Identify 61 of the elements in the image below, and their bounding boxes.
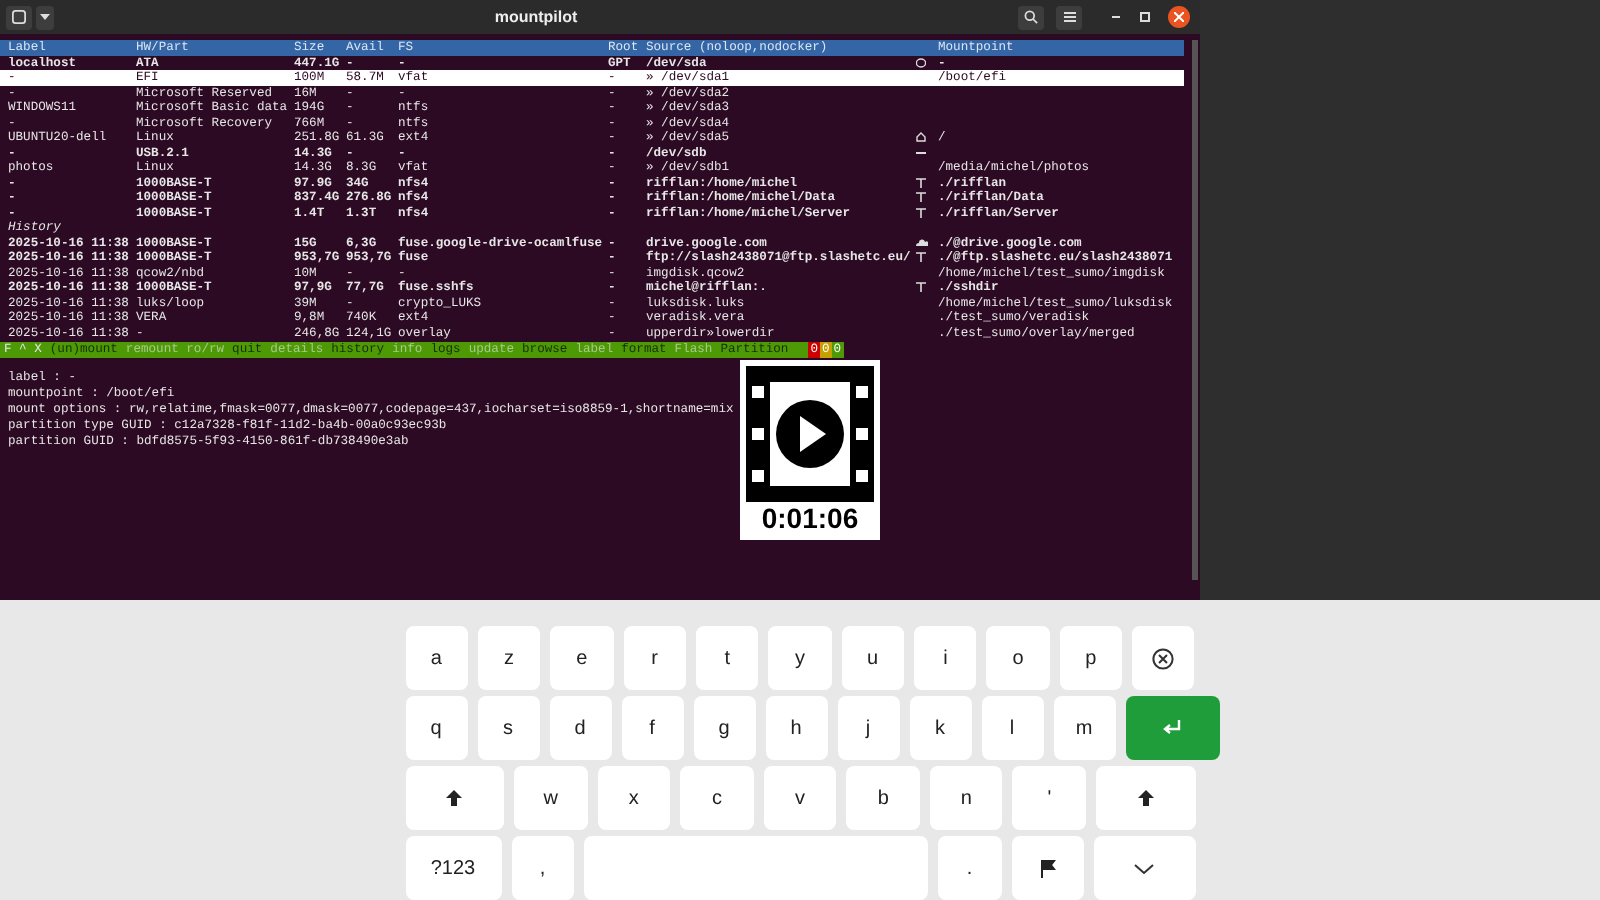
key[interactable]: ' bbox=[1012, 766, 1086, 830]
backspace-icon bbox=[1152, 647, 1175, 669]
shift-icon bbox=[1137, 790, 1154, 806]
video-duration: 0:01:06 bbox=[761, 502, 859, 534]
key[interactable]: a bbox=[405, 626, 468, 690]
key[interactable]: l bbox=[981, 696, 1043, 760]
enter-icon bbox=[1162, 720, 1182, 736]
dropdown-button[interactable] bbox=[36, 5, 54, 29]
key[interactable]: t bbox=[695, 626, 759, 690]
key[interactable]: k bbox=[909, 696, 971, 760]
key[interactable]: n bbox=[929, 766, 1003, 830]
key[interactable]: . bbox=[938, 836, 1001, 900]
key[interactable]: s bbox=[477, 696, 539, 760]
key[interactable]: v bbox=[763, 766, 837, 830]
key[interactable]: x bbox=[597, 766, 671, 830]
close-icon bbox=[1174, 12, 1184, 22]
shift-icon bbox=[446, 790, 463, 806]
key[interactable]: z bbox=[477, 626, 541, 690]
network-icon bbox=[916, 192, 926, 203]
key[interactable]: , bbox=[511, 836, 574, 900]
maximize-icon bbox=[1140, 12, 1150, 22]
key[interactable]: o bbox=[986, 626, 1050, 690]
key[interactable]: r bbox=[623, 626, 686, 690]
home-icon bbox=[916, 132, 926, 143]
flag-key[interactable] bbox=[1011, 836, 1084, 900]
key[interactable]: i bbox=[914, 626, 977, 690]
key[interactable]: p bbox=[1059, 626, 1123, 690]
window-title: mountpilot bbox=[494, 5, 578, 29]
backspace-key[interactable] bbox=[1132, 626, 1195, 690]
key[interactable]: g bbox=[693, 696, 755, 760]
key[interactable]: q bbox=[405, 696, 467, 760]
menu-icon bbox=[1063, 12, 1075, 22]
key[interactable]: e bbox=[550, 626, 614, 690]
cloud-icon bbox=[916, 238, 928, 247]
network-icon bbox=[916, 207, 926, 218]
key[interactable]: j bbox=[837, 696, 899, 760]
key[interactable]: b bbox=[846, 766, 920, 830]
minimize-icon bbox=[1111, 16, 1119, 18]
chevron-down-icon bbox=[1134, 863, 1155, 873]
search-button[interactable] bbox=[1018, 5, 1044, 29]
usb-icon bbox=[916, 149, 926, 156]
network-icon bbox=[916, 282, 926, 293]
key[interactable]: c bbox=[680, 766, 754, 830]
key[interactable]: u bbox=[841, 626, 905, 690]
close-button[interactable] bbox=[1168, 6, 1190, 28]
key[interactable]: f bbox=[621, 696, 683, 760]
search-icon bbox=[1024, 10, 1038, 24]
terminal-icon bbox=[12, 10, 26, 24]
key[interactable]: d bbox=[549, 696, 611, 760]
caret-icon bbox=[40, 14, 50, 20]
key[interactable]: h bbox=[765, 696, 827, 760]
key[interactable]: m bbox=[1053, 696, 1115, 760]
film-play-icon bbox=[746, 366, 874, 502]
key[interactable]: y bbox=[768, 626, 832, 690]
new-tab-button[interactable] bbox=[6, 5, 32, 29]
key[interactable]: w bbox=[514, 766, 588, 830]
symbols-key[interactable]: ?123 bbox=[405, 836, 501, 900]
flag-icon bbox=[1039, 859, 1056, 877]
network-icon bbox=[916, 177, 926, 188]
network-icon bbox=[916, 252, 926, 263]
menu-button[interactable] bbox=[1056, 5, 1082, 29]
